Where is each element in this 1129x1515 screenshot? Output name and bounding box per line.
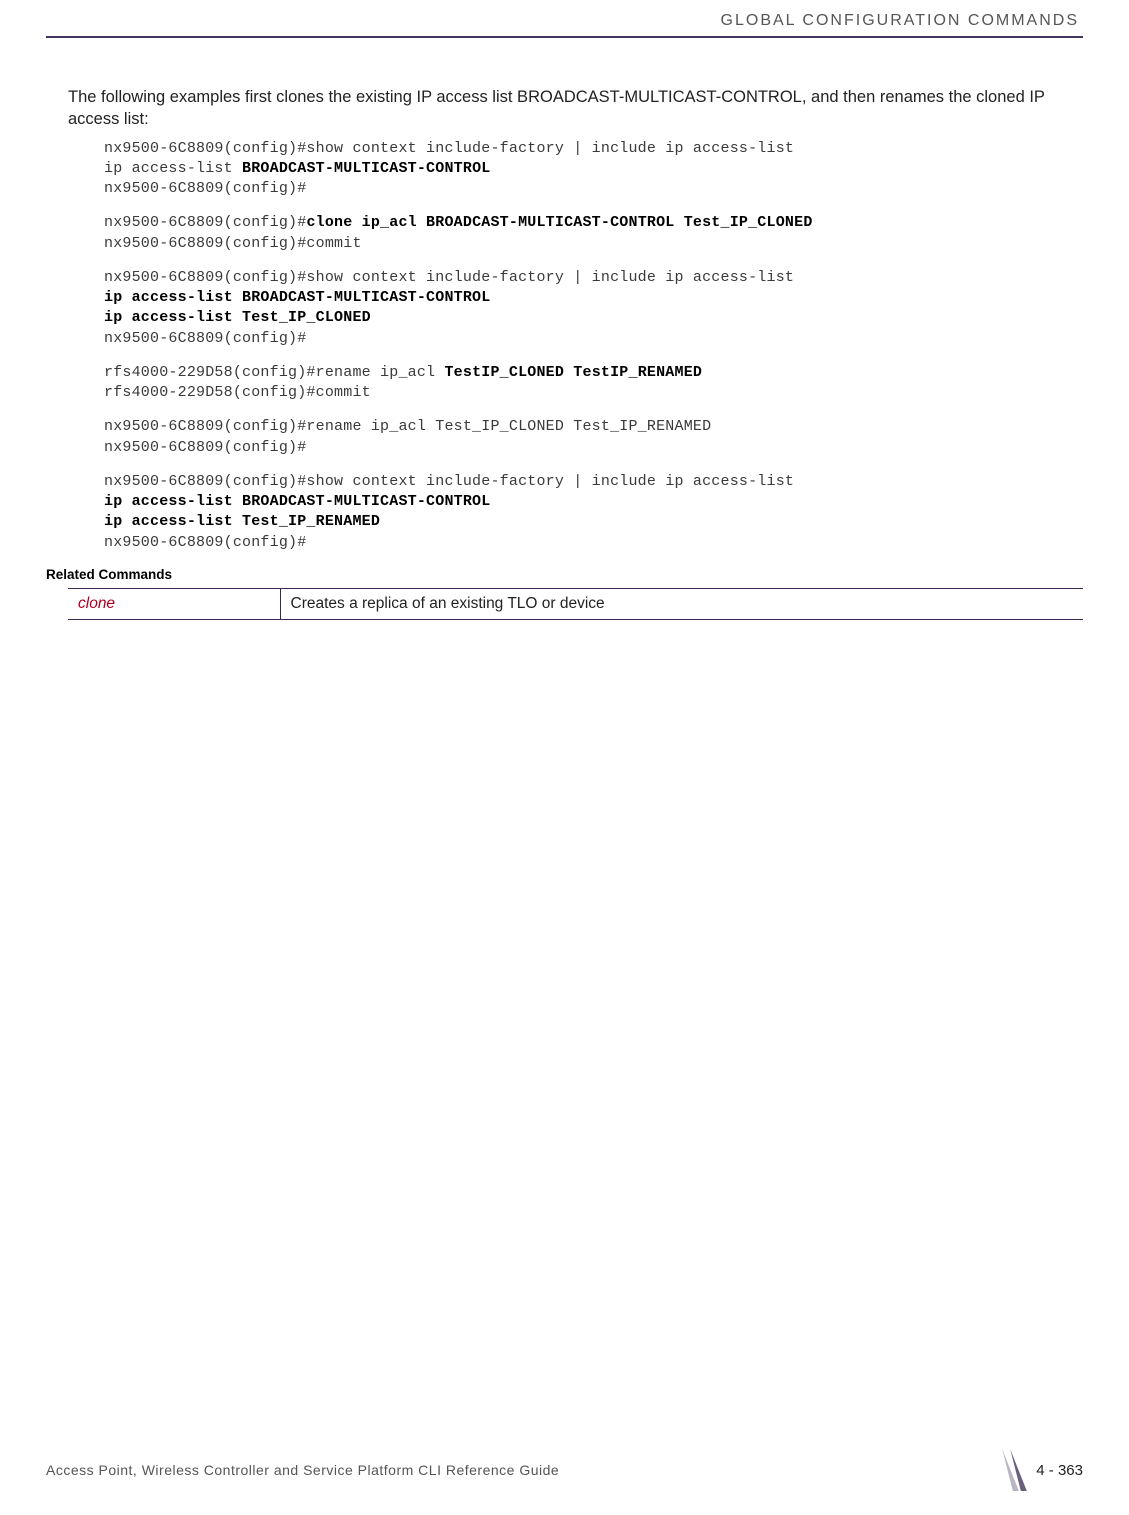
- code-line: nx9500-6C8809(config)#show context inclu…: [104, 473, 794, 490]
- related-commands-table: clone Creates a replica of an existing T…: [68, 588, 1083, 620]
- code-line: rfs4000-229D58(config)#commit: [104, 384, 371, 401]
- header-section-title: GLOBAL CONFIGURATION COMMANDS: [46, 12, 1079, 30]
- code-block-2: nx9500-6C8809(config)#clone ip_acl BROAD…: [104, 213, 1083, 254]
- footer-wedge-icon: [1006, 1449, 1026, 1491]
- code-line: nx9500-6C8809(config)#: [104, 180, 306, 197]
- code-line: nx9500-6C8809(config)#: [104, 534, 306, 551]
- code-block-4: rfs4000-229D58(config)#rename ip_acl Tes…: [104, 363, 1083, 404]
- code-block-6: nx9500-6C8809(config)#show context inclu…: [104, 472, 1083, 553]
- code-block-3: nx9500-6C8809(config)#show context inclu…: [104, 268, 1083, 349]
- page-footer: Access Point, Wireless Controller and Se…: [46, 1449, 1083, 1491]
- footer-page-number: 4 - 363: [1036, 1462, 1083, 1479]
- code-line: ip access-list: [104, 160, 242, 177]
- header-rule: [46, 36, 1083, 38]
- code-bold: ip access-list BROADCAST-MULTICAST-CONTR…: [104, 493, 490, 510]
- code-line: nx9500-6C8809(config)#: [104, 330, 306, 347]
- code-block-5: nx9500-6C8809(config)#rename ip_acl Test…: [104, 417, 1083, 458]
- code-bold: ip access-list BROADCAST-MULTICAST-CONTR…: [104, 289, 490, 306]
- related-command-desc: Creates a replica of an existing TLO or …: [280, 588, 1083, 619]
- page-header: GLOBAL CONFIGURATION COMMANDS: [46, 0, 1083, 30]
- code-block-1: nx9500-6C8809(config)#show context inclu…: [104, 139, 1083, 200]
- code-line: rfs4000-229D58(config)#rename ip_acl: [104, 364, 444, 381]
- page-content: The following examples first clones the …: [46, 86, 1083, 620]
- code-line: nx9500-6C8809(config)#commit: [104, 235, 362, 252]
- code-line: nx9500-6C8809(config)#: [104, 439, 306, 456]
- footer-doc-title: Access Point, Wireless Controller and Se…: [46, 1462, 559, 1478]
- page: GLOBAL CONFIGURATION COMMANDS The follow…: [0, 0, 1129, 1515]
- table-row: clone Creates a replica of an existing T…: [68, 588, 1083, 619]
- code-line: nx9500-6C8809(config)#rename ip_acl Test…: [104, 418, 711, 435]
- code-bold: TestIP_CLONED TestIP_RENAMED: [444, 364, 702, 381]
- code-bold: BROADCAST-MULTICAST-CONTROL: [242, 160, 490, 177]
- intro-paragraph: The following examples first clones the …: [68, 86, 1083, 131]
- code-line: nx9500-6C8809(config)#show context inclu…: [104, 140, 794, 157]
- code-line: nx9500-6C8809(config)#: [104, 214, 306, 231]
- code-bold: ip access-list Test_IP_CLONED: [104, 309, 371, 326]
- code-bold: clone ip_acl BROADCAST-MULTICAST-CONTROL…: [306, 214, 812, 231]
- code-bold: ip access-list Test_IP_RENAMED: [104, 513, 380, 530]
- related-commands-heading: Related Commands: [46, 567, 1083, 582]
- related-command-name: clone: [68, 588, 280, 619]
- code-line: nx9500-6C8809(config)#show context inclu…: [104, 269, 794, 286]
- footer-right: 4 - 363: [1006, 1449, 1083, 1491]
